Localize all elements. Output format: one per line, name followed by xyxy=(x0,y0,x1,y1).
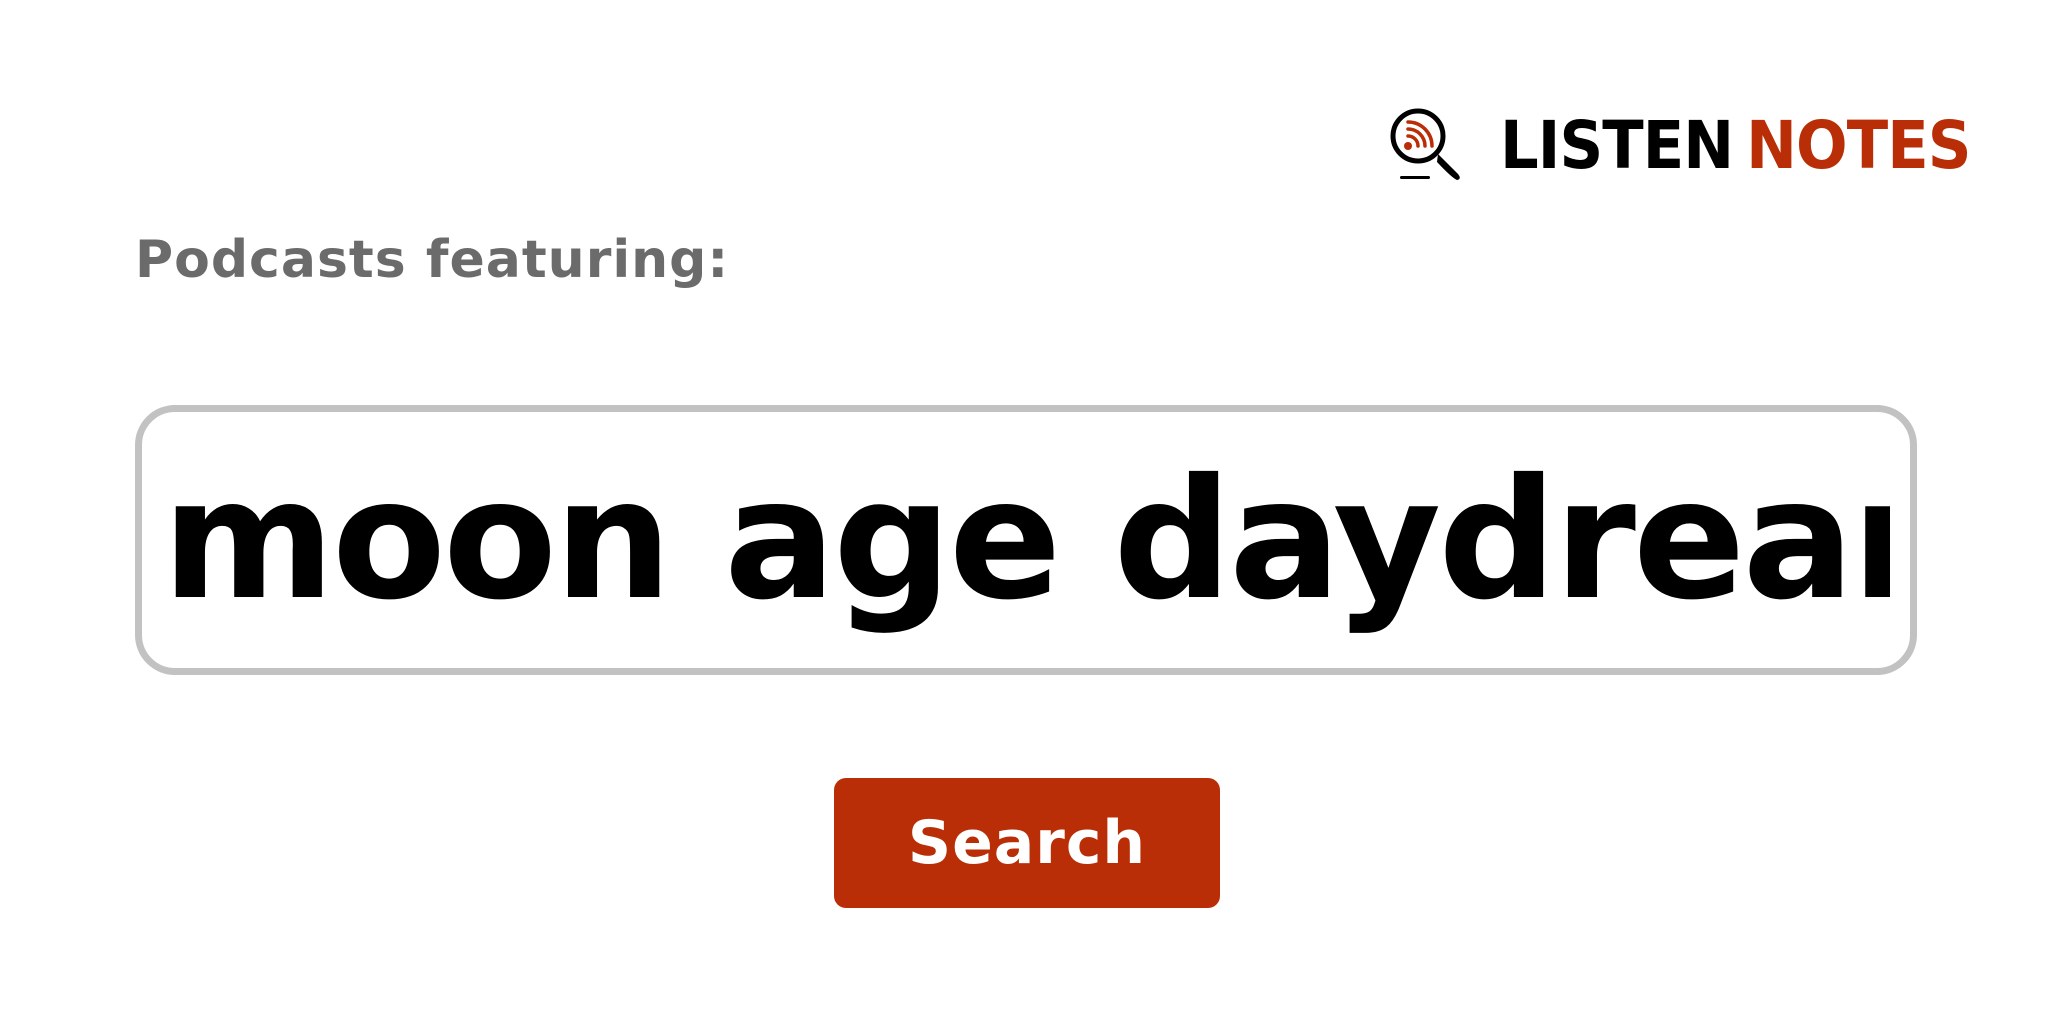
logo-wordmark: LISTEN NOTES xyxy=(1500,113,1971,179)
logo-word-listen: LISTEN xyxy=(1500,107,1734,184)
listen-notes-logo[interactable]: LISTEN NOTES xyxy=(1388,106,2011,186)
magnifier-podcast-icon xyxy=(1390,108,1460,180)
page: LISTENNOTES Podcasts featuring: Search xyxy=(0,0,2048,1024)
search-box[interactable] xyxy=(135,405,1917,675)
logo-word-notes: NOTES xyxy=(1746,107,1971,184)
search-button[interactable]: Search xyxy=(834,778,1220,908)
podcasts-featuring-label: Podcasts featuring: xyxy=(135,230,730,290)
search-input[interactable] xyxy=(142,412,1910,668)
